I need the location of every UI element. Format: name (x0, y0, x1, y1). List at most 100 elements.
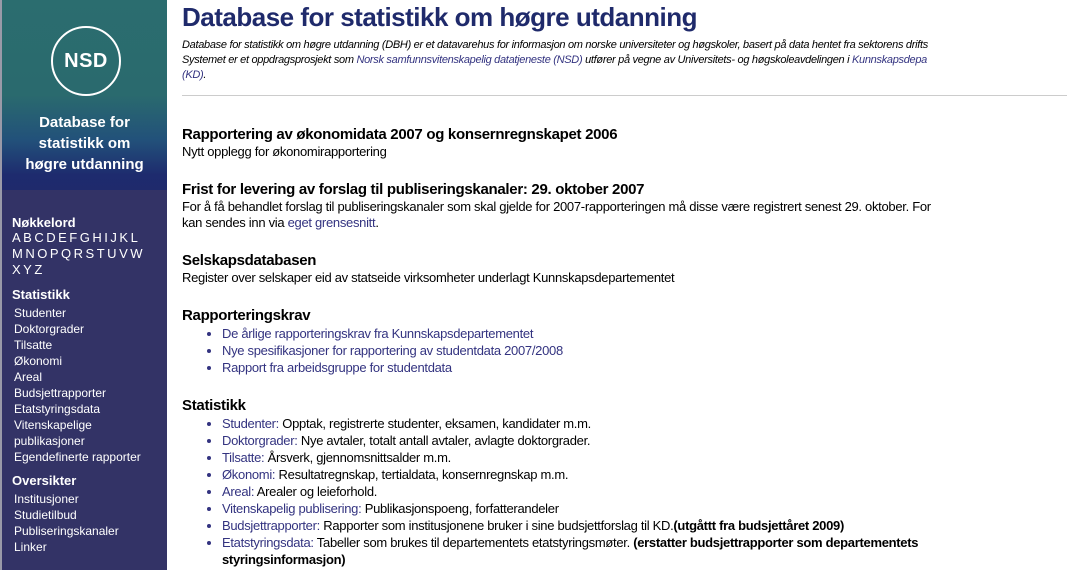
alphabet-letter-w[interactable]: W (130, 246, 143, 261)
section-title: Statistikk (182, 397, 246, 414)
alphabet-letter-v[interactable]: V (119, 246, 128, 261)
list-item: Vitenskapelig publisering: Publikasjonsp… (222, 500, 918, 517)
news-item: Selskapsdatabasen Register over selskape… (182, 252, 675, 286)
alphabet-letter-n[interactable]: N (25, 246, 35, 261)
item-description: Rapporter som institusjonene bruker i si… (319, 518, 674, 533)
list-item: Doktorgrader: Nye avtaler, totalt antall… (222, 432, 918, 449)
news-text: Register over selskaper eid av statseide… (182, 270, 675, 285)
intro-text-part: utfører på vegne av Universitets- og høg… (582, 54, 852, 66)
alphabet-letter-f[interactable]: F (69, 230, 77, 245)
sidebar-item[interactable]: Studenter (14, 305, 167, 321)
news-title: Frist for levering av forslag til publis… (182, 181, 645, 198)
banner-line: høgre utdanning (25, 156, 144, 173)
list-item: De årlige rapporteringskrav fra Kunnskap… (222, 325, 563, 342)
item-note: (erstatter budsjettrapporter som departe… (633, 535, 919, 550)
page-title: Database for statistikk om høgre utdanni… (182, 2, 697, 32)
rapporteringskrav-link[interactable]: Nye spesifikasjoner for rapportering av … (222, 343, 563, 358)
alphabet-letter-o[interactable]: O (37, 246, 48, 261)
rapporteringskrav-link[interactable]: Rapport fra arbeidsgruppe for studentdat… (222, 360, 452, 375)
rapporteringskrav-link[interactable]: De årlige rapporteringskrav fra Kunnskap… (222, 326, 533, 341)
alphabet-index: ABCDEFGHIJKL MNOPQRSTUVW XYZ (12, 230, 167, 278)
item-description: Opptak, registrerte studenter, eksamen, … (279, 416, 591, 431)
item-description: Resultatregnskap, tertialdata, konsernre… (275, 467, 569, 482)
alphabet-letter-z[interactable]: Z (34, 262, 42, 277)
list-item: Rapport fra arbeidsgruppe for studentdat… (222, 359, 563, 376)
alphabet-letter-b[interactable]: B (23, 230, 32, 245)
grensesnitt-link[interactable]: eget grensesnitt (288, 215, 376, 230)
alphabet-letter-q[interactable]: Q (61, 246, 72, 261)
news-title: Rapportering av økonomidata 2007 og kons… (182, 126, 618, 143)
sidebar-item[interactable]: Institusjoner (14, 491, 167, 507)
statistikk-link[interactable]: Areal: (222, 484, 254, 499)
item-note: styringsinformasjon) (222, 552, 346, 567)
intro-text-part: . (203, 69, 207, 81)
statistikk-link[interactable]: Tilsatte: (222, 450, 265, 465)
alphabet-letter-e[interactable]: E (58, 230, 67, 245)
alphabet-letter-d[interactable]: D (46, 230, 56, 245)
sidebar-item[interactable]: publikasjoner (14, 433, 167, 449)
oversikter-heading: Oversikter (12, 473, 77, 488)
section-title: Rapporteringskrav (182, 307, 311, 324)
alphabet-letter-h[interactable]: H (92, 230, 102, 245)
nsd-link[interactable]: Norsk samfunnsvitenskapelig datatjeneste… (356, 54, 582, 66)
alphabet-letter-l[interactable]: L (131, 230, 139, 245)
logo-text: NSD (64, 49, 108, 72)
statistikk-section: Statistikk Studenter: Opptak, registrert… (182, 397, 919, 568)
statistikk-link[interactable]: Budsjettrapporter: (222, 518, 320, 533)
item-description: Arealer og leieforhold. (254, 484, 378, 499)
sidebar: NSD Database for statistikk om høgre utd… (2, 0, 167, 570)
sidebar-item[interactable]: Publiseringskanaler (14, 523, 167, 539)
item-description: Tabeller som brukes til departementets e… (313, 535, 634, 550)
alphabet-letter-p[interactable]: P (50, 246, 59, 261)
sidebar-item[interactable]: Linker (14, 539, 167, 555)
alphabet-letter-r[interactable]: R (74, 246, 84, 261)
banner-title: Database for statistikk om høgre utdanni… (2, 112, 167, 175)
alphabet-letter-i[interactable]: I (104, 230, 108, 245)
kd-abbrev-link[interactable]: (KD) (182, 69, 204, 81)
alphabet-letter-u[interactable]: U (107, 246, 117, 261)
intro-text: Database for statistikk om høgre utdanni… (182, 38, 928, 83)
keywords-heading: Nøkkelord (12, 215, 76, 230)
statistikk-heading: Statistikk (12, 287, 70, 302)
item-description: Årsverk, gjennomsnittsalder m.m. (264, 450, 452, 465)
news-text[interactable]: Nytt opplegg for økonomirapportering (182, 144, 387, 159)
statistikk-link[interactable]: Økonomi: (222, 467, 276, 482)
sidebar-banner[interactable]: NSD Database for statistikk om høgre utd… (2, 0, 167, 190)
statistikk-link[interactable]: Doktorgrader: (222, 433, 298, 448)
list-item: Økonomi: Resultatregnskap, tertialdata, … (222, 466, 918, 483)
alphabet-letter-c[interactable]: C (34, 230, 44, 245)
news-title: Selskapsdatabasen (182, 252, 317, 269)
sidebar-item[interactable]: Areal (14, 369, 167, 385)
sidebar-item[interactable]: Doktorgrader (14, 321, 167, 337)
statistikk-link[interactable]: Vitenskapelig publisering: (222, 501, 362, 516)
list-item: Areal: Arealer og leieforhold. (222, 483, 918, 500)
news-text: . (375, 215, 379, 230)
list-item: Tilsatte: Årsverk, gjennomsnittsalder m.… (222, 449, 918, 466)
alphabet-letter-g[interactable]: G (80, 230, 91, 245)
alphabet-letter-y[interactable]: Y (23, 262, 32, 277)
kd-link[interactable]: Kunnskapsdepa (852, 54, 927, 66)
alphabet-letter-m[interactable]: M (12, 246, 23, 261)
sidebar-item[interactable]: Vitenskapelige (14, 417, 167, 433)
statistikk-link[interactable]: Etatstyringsdata: (222, 535, 314, 550)
list-item: Budsjettrapporter: Rapporter som institu… (222, 517, 918, 534)
statistikk-link[interactable]: Studenter: (222, 416, 279, 431)
nsd-logo[interactable]: NSD (51, 26, 121, 96)
news-text: kan sendes inn via (182, 215, 288, 230)
alphabet-letter-t[interactable]: T (97, 246, 105, 261)
sidebar-item[interactable]: Tilsatte (14, 337, 167, 353)
list-item: Studenter: Opptak, registrerte studenter… (222, 415, 918, 432)
sidebar-item[interactable]: Økonomi (14, 353, 167, 369)
alphabet-letter-s[interactable]: S (86, 246, 95, 261)
news-text: For å få behandlet forslag til publiseri… (182, 199, 931, 214)
list-item: Nye spesifikasjoner for rapportering av … (222, 342, 563, 359)
alphabet-letter-x[interactable]: X (12, 262, 21, 277)
sidebar-item[interactable]: Studietilbud (14, 507, 167, 523)
sidebar-item[interactable]: Budsjettrapporter (14, 385, 167, 401)
sidebar-item[interactable]: Egendefinerte rapporter (14, 449, 167, 465)
alphabet-letter-a[interactable]: A (12, 230, 21, 245)
divider (182, 95, 1067, 96)
alphabet-letter-j[interactable]: J (110, 230, 117, 245)
alphabet-letter-k[interactable]: K (119, 230, 128, 245)
sidebar-item[interactable]: Etatstyringsdata (14, 401, 167, 417)
